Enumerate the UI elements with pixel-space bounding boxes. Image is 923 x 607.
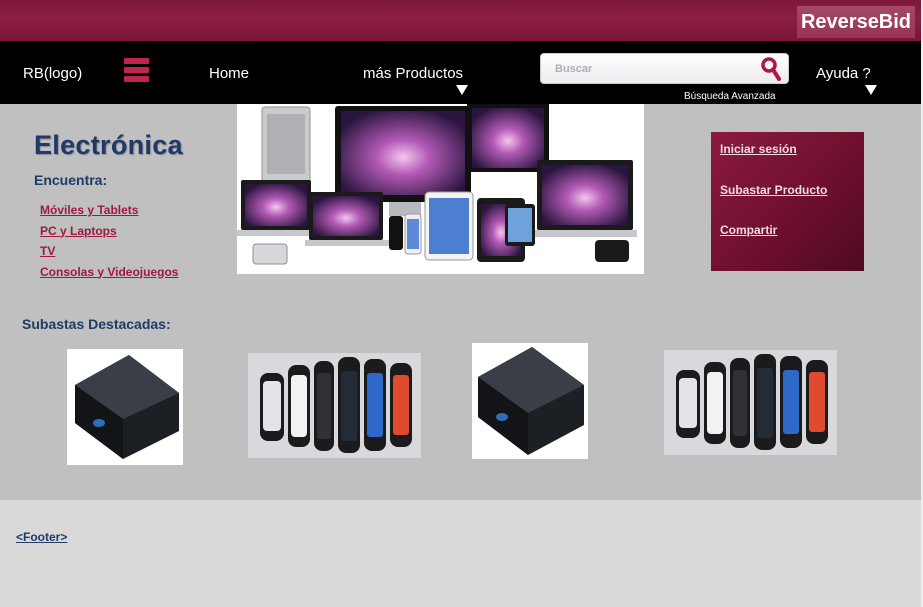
category-link-list: Móviles y Tablets PC y Laptops TV Consol… bbox=[40, 200, 178, 282]
find-label: Encuentra: bbox=[34, 172, 108, 188]
electronics-hero-image bbox=[237, 104, 644, 274]
featured-product-1-image[interactable] bbox=[67, 349, 183, 465]
page: ReverseBid RB(logo) Home más Productos B… bbox=[0, 0, 923, 607]
featured-product-4-image[interactable] bbox=[664, 350, 837, 455]
hamburger-menu-icon[interactable] bbox=[124, 58, 149, 86]
footer: <Footer> bbox=[0, 500, 923, 607]
featured-auctions-title: Subastas Destacadas: bbox=[22, 316, 171, 332]
featured-product-3-image[interactable] bbox=[472, 343, 588, 459]
help-dropdown-icon[interactable] bbox=[865, 85, 877, 95]
brand-name[interactable]: ReverseBid bbox=[797, 6, 915, 38]
category-link-mobiles-tablets[interactable]: Móviles y Tablets bbox=[40, 200, 178, 221]
featured-product-2-image[interactable] bbox=[248, 353, 421, 458]
category-title: Electrónica bbox=[34, 130, 183, 160]
nav-help-link[interactable]: Ayuda ? bbox=[816, 65, 871, 82]
more-products-dropdown-icon[interactable] bbox=[456, 85, 468, 95]
category-link-tv[interactable]: TV bbox=[40, 241, 178, 262]
advanced-search-link[interactable]: Búsqueda Avanzada bbox=[684, 91, 776, 102]
main-content: Electrónica Encuentra: Móviles y Tablets… bbox=[0, 104, 923, 500]
top-banner: ReverseBid bbox=[0, 0, 923, 43]
share-link[interactable]: Compartir bbox=[720, 223, 777, 237]
category-link-pc-laptops[interactable]: PC y Laptops bbox=[40, 221, 178, 242]
auction-product-link[interactable]: Subastar Producto bbox=[720, 183, 827, 197]
login-link[interactable]: Iniciar sesión bbox=[720, 142, 797, 156]
search-input[interactable] bbox=[547, 59, 747, 79]
category-link-consoles-games[interactable]: Consolas y Videojuegos bbox=[40, 262, 178, 283]
search-icon[interactable] bbox=[760, 56, 782, 82]
account-panel: Iniciar sesión Subastar Producto Compart… bbox=[711, 132, 864, 271]
nav-home-link[interactable]: Home bbox=[209, 65, 249, 82]
site-logo[interactable]: RB(logo) bbox=[23, 65, 82, 82]
footer-label: <Footer> bbox=[16, 530, 68, 544]
search-box bbox=[540, 53, 789, 84]
main-navbar: RB(logo) Home más Productos Búsqueda Ava… bbox=[0, 43, 923, 104]
nav-more-products-link[interactable]: más Productos bbox=[363, 65, 463, 82]
